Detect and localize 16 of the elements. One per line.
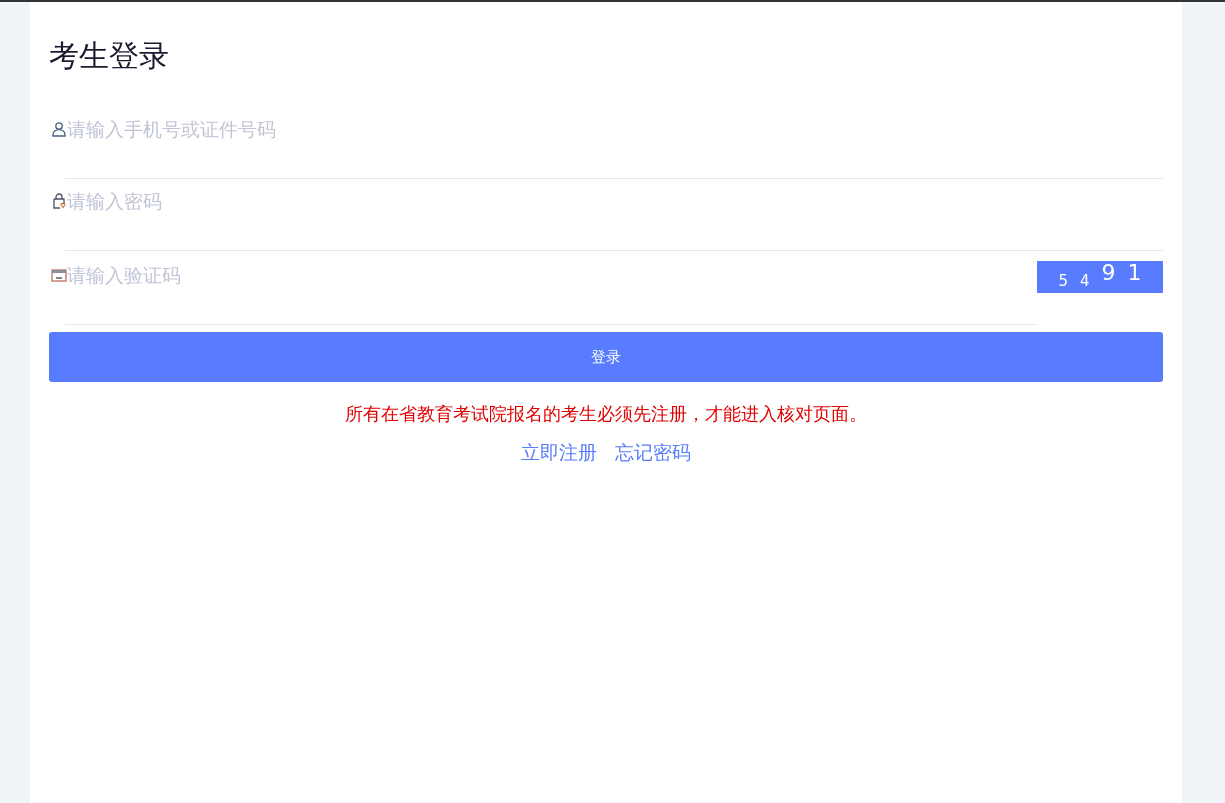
captcha-digit: 5 xyxy=(1058,271,1068,292)
text-field[interactable]: 请输入密码 xyxy=(65,175,1163,251)
captcha-image[interactable]: 5 4 9 1 xyxy=(1037,261,1163,293)
captcha-digit: 9 xyxy=(1101,261,1116,287)
user-icon xyxy=(51,121,67,137)
page-title: 考生登录 xyxy=(49,37,170,75)
text-link[interactable]: 立即注册 xyxy=(521,440,597,466)
login-button[interactable]: 登录 xyxy=(49,332,1163,382)
text-field[interactable]: 请输入手机号或证件号码 xyxy=(65,103,1163,179)
notice-text: 所有在省教育考试院报名的考生必须先注册，才能进入核对页面。 xyxy=(344,402,868,426)
text-link[interactable]: 忘记密码 xyxy=(615,440,691,466)
captcha-digit: 4 xyxy=(1080,271,1090,292)
card-icon xyxy=(51,267,67,283)
lock-bag-icon xyxy=(51,193,67,209)
text-field[interactable]: 请输入验证码 xyxy=(65,249,1037,325)
captcha-digit: 1 xyxy=(1127,261,1142,287)
